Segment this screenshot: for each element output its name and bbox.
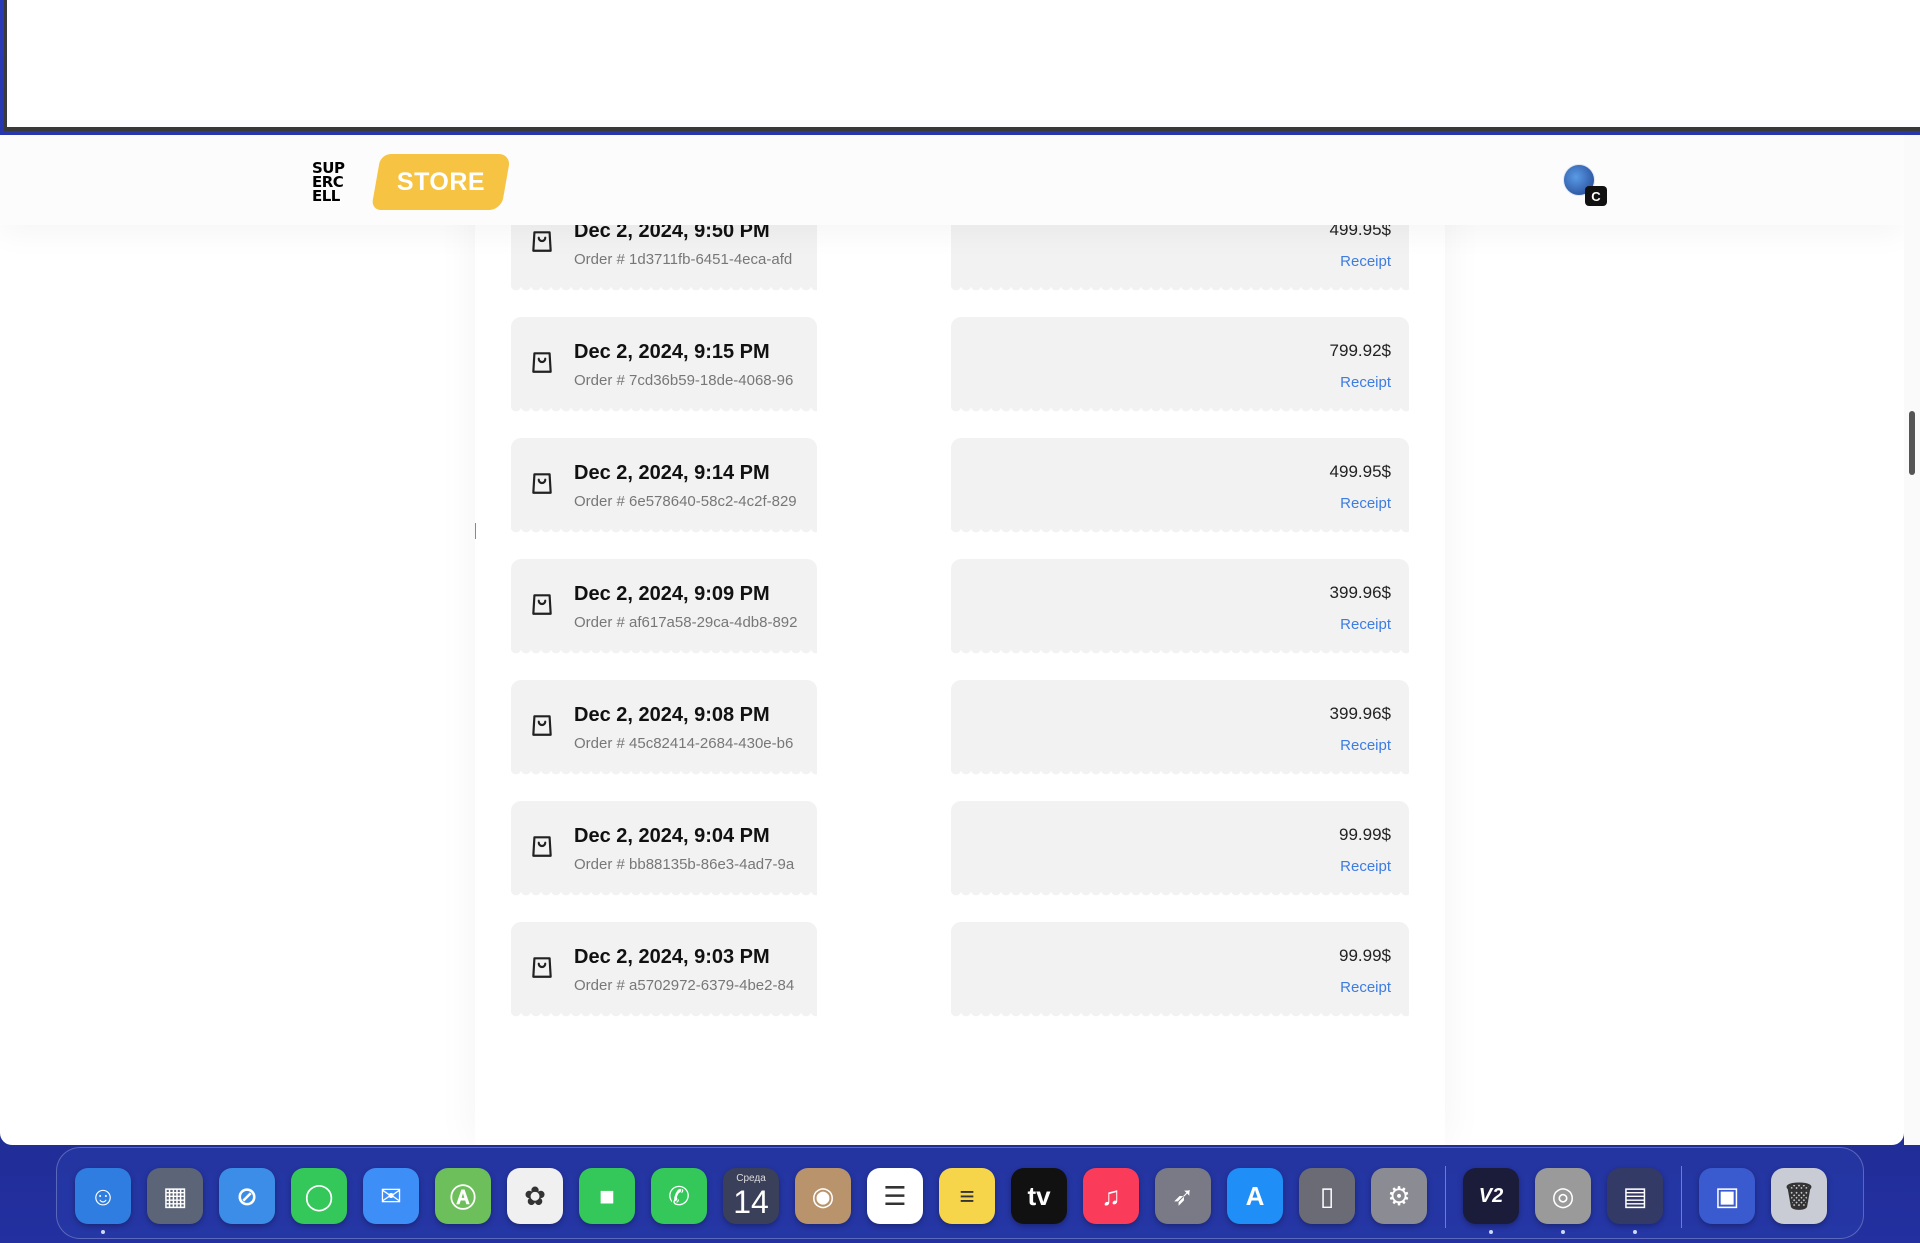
iphone-mirroring-icon[interactable]: ▯: [1299, 1168, 1355, 1224]
facetime-icon[interactable]: ■: [579, 1168, 635, 1224]
shopping-bag-icon: [529, 833, 555, 859]
order-price: 99.99$: [1339, 946, 1391, 965]
notes-icon[interactable]: ≡: [939, 1168, 995, 1224]
order-date: Dec 2, 2024, 9:08 PM: [574, 704, 770, 726]
macos-dock: ☺ ▦ ⊘ ◯ ✉ Ⓐ ✿ ■ ✆ Среда 14 ◉ ☰ ≡ tv ♫ ➶ A ▯ ⚙ V2 ◎ ▤ ▣ 🗑: [56, 1147, 1864, 1239]
receipt-link[interactable]: Receipt: [1340, 374, 1391, 391]
trash-icon[interactable]: 🗑: [1771, 1168, 1827, 1224]
order-summary: 399.96$ Receipt: [951, 559, 1409, 657]
text-caret: [475, 523, 476, 539]
order-info: Dec 2, 2024, 9:15 PM Order # 7cd36b59-18d…: [511, 317, 817, 415]
page-scrollbar[interactable]: [1904, 135, 1920, 1145]
app-store-icon[interactable]: A: [1227, 1168, 1283, 1224]
shopping-bag-icon: [529, 712, 555, 738]
site-header: SUP ERC ELL STORE C: [0, 135, 1904, 225]
running-indicator: [1561, 1230, 1565, 1234]
order-price: 399.96$: [1329, 704, 1391, 723]
calendar-month: Среда: [736, 1173, 766, 1184]
maps-icon[interactable]: Ⓐ: [435, 1168, 491, 1224]
running-indicator: [1489, 1230, 1493, 1234]
browser-window: SUP ERC ELL STORE C Order # 8e27a9f3-5ad…: [0, 135, 1904, 1145]
order-id: Order # 45c82414-2684-430e-b6: [574, 735, 794, 752]
order-summary: 399.96$ Receipt: [951, 680, 1409, 778]
messages-icon[interactable]: ◯: [291, 1168, 347, 1224]
order-info: Dec 2, 2024, 9:08 PM Order # 45c82414-268…: [511, 680, 817, 778]
order-id: Order # 1d3711fb-6451-4eca-afd: [574, 251, 793, 268]
order-summary: 99.99$ Receipt: [951, 801, 1409, 899]
store-badge: STORE: [371, 154, 511, 210]
dock-separator: [1445, 1166, 1446, 1228]
order-row: Dec 2, 2024, 9:04 PM Order # bb88135b-86e…: [511, 801, 1409, 899]
background-window: [4, 0, 1920, 131]
finder-icon[interactable]: ☺: [75, 1168, 131, 1224]
shopping-bag-icon: [529, 228, 555, 254]
order-date: Dec 2, 2024, 9:15 PM: [574, 341, 770, 363]
order-info: Dec 2, 2024, 9:03 PM Order # a5702972-637…: [511, 922, 817, 1020]
safari-icon[interactable]: ⊘: [219, 1168, 275, 1224]
table-app-icon[interactable]: ▤: [1607, 1168, 1663, 1224]
order-row: Dec 2, 2024, 9:14 PM Order # 6e578640-58c…: [511, 438, 1409, 536]
shopping-bag-icon: [529, 591, 555, 617]
contacts-icon[interactable]: ◉: [795, 1168, 851, 1224]
reminders-icon[interactable]: ☰: [867, 1168, 923, 1224]
receipt-link[interactable]: Receipt: [1340, 616, 1391, 633]
order-id: Order # bb88135b-86e3-4ad7-9a: [574, 856, 795, 873]
orders-list: Order # 8e27a9f3-5ad6-465c-919ReceiptDec…: [475, 135, 1445, 1145]
order-id: Order # 7cd36b59-18de-4068-96: [574, 372, 794, 389]
order-summary: 499.95$ Receipt: [951, 438, 1409, 536]
order-summary: 99.99$ Receipt: [951, 922, 1409, 1020]
photos-icon[interactable]: ✿: [507, 1168, 563, 1224]
order-date: Dec 2, 2024, 9:14 PM: [574, 462, 770, 484]
order-id: Order # af617a58-29ca-4db8-892: [574, 614, 798, 631]
chrome-icon[interactable]: ◎: [1535, 1168, 1591, 1224]
order-price: 99.99$: [1339, 825, 1391, 844]
tv-icon[interactable]: tv: [1011, 1168, 1067, 1224]
scrollbar-thumb[interactable]: [1909, 411, 1915, 475]
receipt-link[interactable]: Receipt: [1340, 495, 1391, 512]
receipt-link[interactable]: Receipt: [1340, 979, 1391, 996]
order-row: Dec 2, 2024, 9:09 PM Order # af617a58-29c…: [511, 559, 1409, 657]
shopping-bag-icon: [529, 954, 555, 980]
order-id: Order # a5702972-6379-4be2-84: [574, 977, 795, 994]
calendar-day: 14: [733, 1184, 769, 1220]
order-price: 799.92$: [1329, 341, 1391, 360]
order-date: Dec 2, 2024, 9:03 PM: [574, 946, 770, 968]
order-info: Dec 2, 2024, 9:14 PM Order # 6e578640-58c…: [511, 438, 817, 536]
receipt-link[interactable]: Receipt: [1340, 737, 1391, 754]
supercell-logo: SUP ERC ELL: [312, 159, 345, 205]
downloads-stack-icon[interactable]: ▣: [1699, 1168, 1755, 1224]
mail-icon[interactable]: ✉: [363, 1168, 419, 1224]
phone-icon[interactable]: ✆: [651, 1168, 707, 1224]
rocket-icon[interactable]: ➶: [1155, 1168, 1211, 1224]
music-icon[interactable]: ♫: [1083, 1168, 1139, 1224]
shopping-bag-icon: [529, 470, 555, 496]
system-settings-icon[interactable]: ⚙: [1371, 1168, 1427, 1224]
order-date: Dec 2, 2024, 9:04 PM: [574, 825, 770, 847]
running-indicator: [101, 1230, 105, 1234]
order-summary: 799.92$ Receipt: [951, 317, 1409, 415]
running-indicator: [1633, 1230, 1637, 1234]
order-row: Dec 2, 2024, 9:03 PM Order # a5702972-637…: [511, 922, 1409, 1020]
dock-separator: [1681, 1166, 1682, 1228]
v2-label: V2: [1478, 1184, 1504, 1207]
order-info: Dec 2, 2024, 9:09 PM Order # af617a58-29c…: [511, 559, 817, 657]
order-date: Dec 2, 2024, 9:09 PM: [574, 583, 770, 605]
order-info: Dec 2, 2024, 9:04 PM Order # bb88135b-86e…: [511, 801, 817, 899]
shopping-bag-icon: [529, 349, 555, 375]
order-row: Dec 2, 2024, 9:15 PM Order # 7cd36b59-18d…: [511, 317, 1409, 415]
v2-app-icon[interactable]: V2: [1463, 1168, 1519, 1224]
avatar-badge: C: [1585, 186, 1607, 206]
receipt-link[interactable]: Receipt: [1340, 858, 1391, 875]
launchpad-icon[interactable]: ▦: [147, 1168, 203, 1224]
order-price: 499.95$: [1329, 462, 1391, 481]
receipt-link[interactable]: Receipt: [1340, 253, 1391, 270]
calendar-icon[interactable]: Среда 14: [723, 1168, 779, 1224]
order-id: Order # 6e578640-58c2-4c2f-829: [574, 493, 797, 510]
order-row: Dec 2, 2024, 9:08 PM Order # 45c82414-268…: [511, 680, 1409, 778]
order-price: 399.96$: [1329, 583, 1391, 602]
supercell-store-logo[interactable]: SUP ERC ELL STORE: [312, 154, 511, 210]
